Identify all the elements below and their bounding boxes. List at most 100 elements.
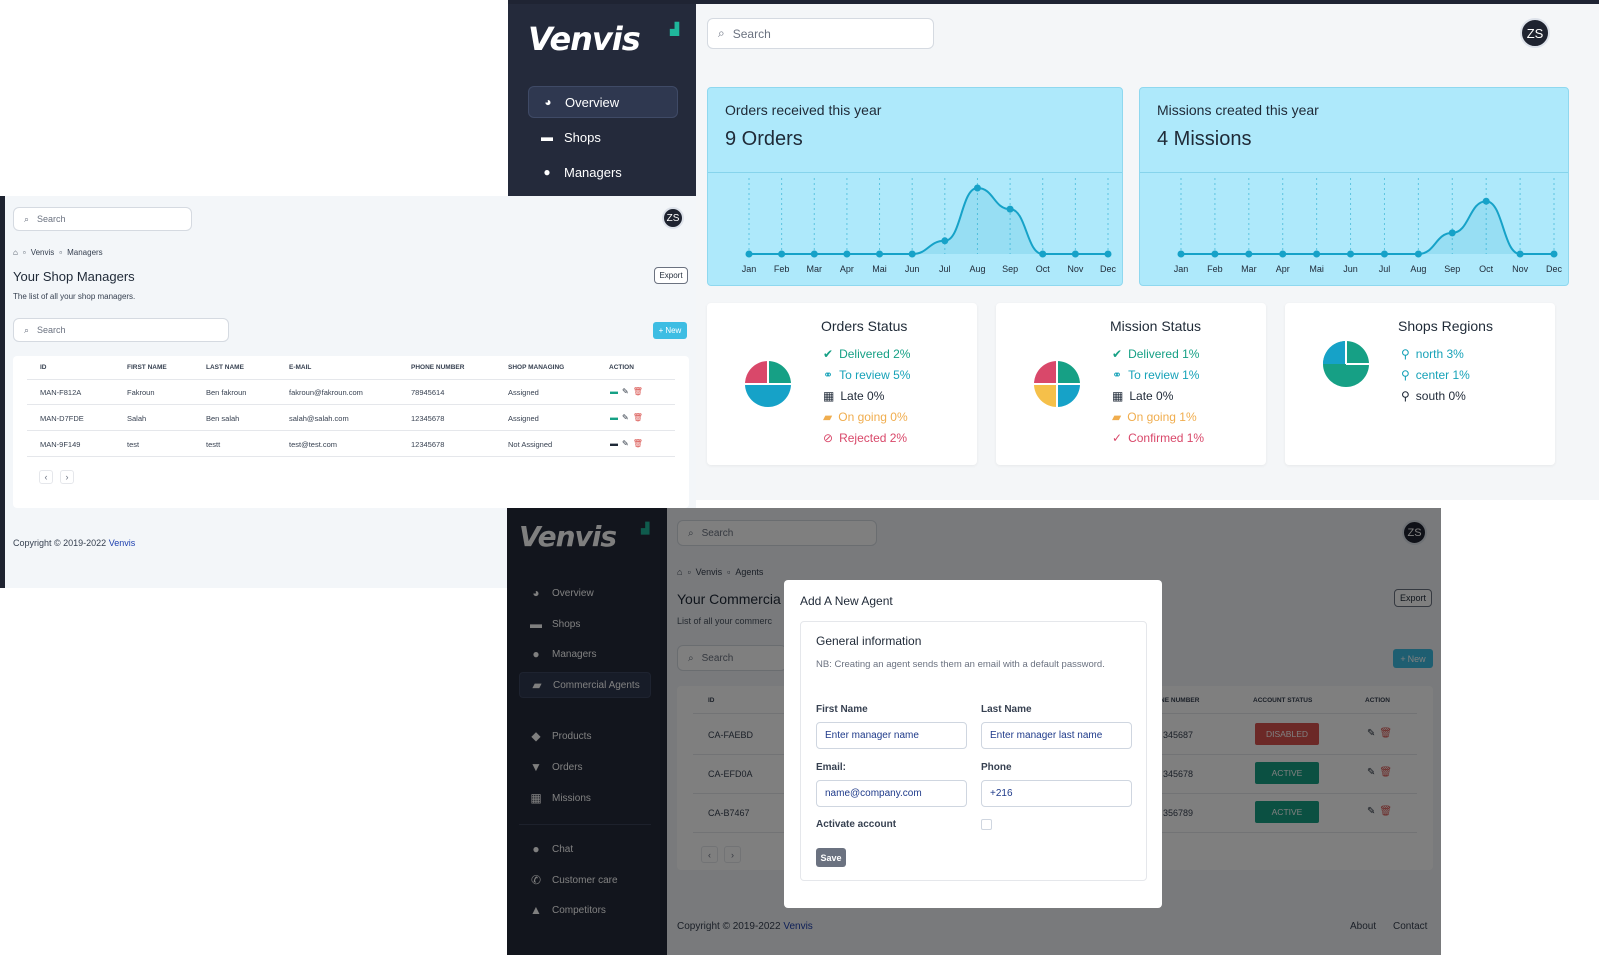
data-point[interactable] [1071, 250, 1079, 258]
last-name-input[interactable]: Enter manager last name [981, 722, 1132, 749]
x-tick-label: Jul [1379, 264, 1391, 274]
avatar[interactable]: ZS [1520, 18, 1550, 48]
trash-icon[interactable]: 🗑 [633, 413, 643, 422]
legend-to-review: ⚭ To review 1% [1112, 368, 1199, 382]
form-card: General information NB: Creating an agen… [800, 621, 1147, 881]
trash-icon[interactable]: 🗑 [633, 439, 643, 448]
column-header: E-mail [289, 364, 312, 371]
series-line [749, 186, 1108, 255]
sidebar-item-overview[interactable]: ◕ Overview [528, 86, 678, 118]
footer-link[interactable]: Venvis [109, 538, 136, 548]
data-point[interactable] [1482, 197, 1490, 205]
cell-email: test@test.com [289, 440, 338, 449]
x-tick-label: Oct [1036, 264, 1051, 274]
data-point[interactable] [1414, 250, 1422, 258]
store-icon[interactable]: ▬ [610, 413, 618, 422]
agents-window: Venvis ▟ ◕Overview ▬Shops ●Managers ▰Com… [507, 508, 1441, 955]
data-point[interactable] [941, 237, 949, 245]
legend-label: Delivered 1% [1128, 347, 1200, 361]
data-point[interactable] [1380, 250, 1388, 258]
button-label: New [665, 326, 682, 335]
store-icon[interactable]: ▬ [610, 387, 618, 396]
last-name-label: Last Name [981, 704, 1032, 715]
email-input[interactable]: name@company.com [816, 780, 967, 807]
x-tick-label: Dec [1546, 264, 1563, 274]
column-header: Action [609, 364, 634, 371]
legend-label: Confirmed 1% [1128, 431, 1205, 445]
x-tick-label: Feb [774, 264, 790, 274]
x-tick-label: Apr [840, 264, 854, 274]
legend-to-review: ⚭ To review 5% [823, 368, 910, 382]
x-tick-label: Mai [872, 264, 887, 274]
search-input[interactable]: ⌕ Search [707, 18, 934, 49]
edit-icon[interactable]: ✎ [622, 413, 629, 422]
logo-text: Venvis [528, 20, 641, 58]
activate-account-label: Activate account [816, 819, 897, 830]
column-header: Phone Number [411, 364, 465, 371]
data-point[interactable] [745, 250, 753, 258]
export-button[interactable]: Export [654, 267, 688, 284]
x-tick-label: Dec [1100, 264, 1117, 274]
edit-icon[interactable]: ✎ [622, 439, 629, 448]
data-point[interactable] [1039, 250, 1047, 258]
data-point[interactable] [1279, 250, 1287, 258]
cell-first-name: test [127, 440, 140, 449]
data-point[interactable] [1516, 250, 1524, 258]
page-title: Your Shop Managers [13, 269, 135, 284]
avatar[interactable]: ZS [662, 207, 684, 229]
data-point[interactable] [778, 250, 786, 258]
legend-north: ⚲ north 3% [1401, 347, 1464, 361]
new-button[interactable]: +New [653, 322, 687, 339]
data-point[interactable] [973, 184, 981, 192]
plus-icon: + [658, 326, 664, 335]
logo[interactable]: Venvis ▟ [528, 20, 679, 58]
store-icon[interactable]: ▬ [610, 439, 618, 448]
footer-text: Copyright © 2019-2022 [13, 538, 109, 548]
data-point[interactable] [1448, 229, 1456, 237]
legend-label: To review 5% [839, 368, 911, 382]
data-point[interactable] [1006, 205, 1014, 213]
column-header: Last Name [206, 364, 244, 371]
search-placeholder: Search [37, 214, 66, 224]
table-search-input[interactable]: ⌕ Search [13, 318, 229, 342]
cell-phone: 78945614 [411, 388, 445, 397]
data-point[interactable] [1177, 250, 1185, 258]
legend-delivered: ✔ Delivered 2% [823, 347, 910, 361]
phone-input[interactable]: +216 [981, 780, 1132, 807]
save-button[interactable]: Save [816, 848, 846, 867]
breadcrumb-item[interactable]: Venvis [31, 248, 55, 257]
data-point[interactable] [1104, 250, 1112, 258]
data-point[interactable] [843, 250, 851, 258]
edit-icon[interactable]: ✎ [622, 387, 629, 396]
data-point[interactable] [876, 250, 884, 258]
first-name-input[interactable]: Enter manager name [816, 722, 967, 749]
mission-status-pie [1034, 361, 1080, 407]
x-tick-label: Jan [1174, 264, 1189, 274]
sidebar-item-shops[interactable]: ▬ Shops [528, 121, 678, 153]
search-input[interactable]: ⌕ Search [13, 207, 192, 231]
orders-line-chart: Jan Feb Mar Apr Mai Jun Jul Aug Sep Oct Nov Dec [742, 178, 1117, 274]
data-point[interactable] [1211, 250, 1219, 258]
activate-account-checkbox[interactable] [981, 819, 992, 830]
legend-label: On going 1% [1127, 410, 1197, 424]
ban-icon: ⊘ [823, 431, 834, 445]
data-point[interactable] [1347, 250, 1355, 258]
avatar-initials: ZS [1526, 25, 1544, 41]
button-label: Export [659, 271, 683, 280]
data-point[interactable] [1245, 250, 1253, 258]
data-point[interactable] [1313, 250, 1321, 258]
sidebar-item-managers[interactable]: ● Managers [528, 156, 678, 188]
legend-delivered: ✔ Delivered 1% [1112, 347, 1199, 361]
pagination-next[interactable]: › [60, 470, 74, 484]
data-point[interactable] [810, 250, 818, 258]
card-title: Orders Status [821, 318, 908, 334]
data-point[interactable] [908, 250, 916, 258]
legend-south: ⚲ south 0% [1401, 389, 1466, 403]
home-icon[interactable]: ⌂ [13, 248, 18, 257]
data-point[interactable] [1550, 250, 1558, 258]
managers-table: ID First Name Last Name E-mail Phone Num… [13, 356, 689, 508]
legend-late: ▦ Late 0% [1112, 389, 1173, 403]
glasses-icon: ⚭ [823, 368, 834, 382]
pagination-prev[interactable]: ‹ [39, 470, 53, 484]
trash-icon[interactable]: 🗑 [633, 387, 643, 396]
